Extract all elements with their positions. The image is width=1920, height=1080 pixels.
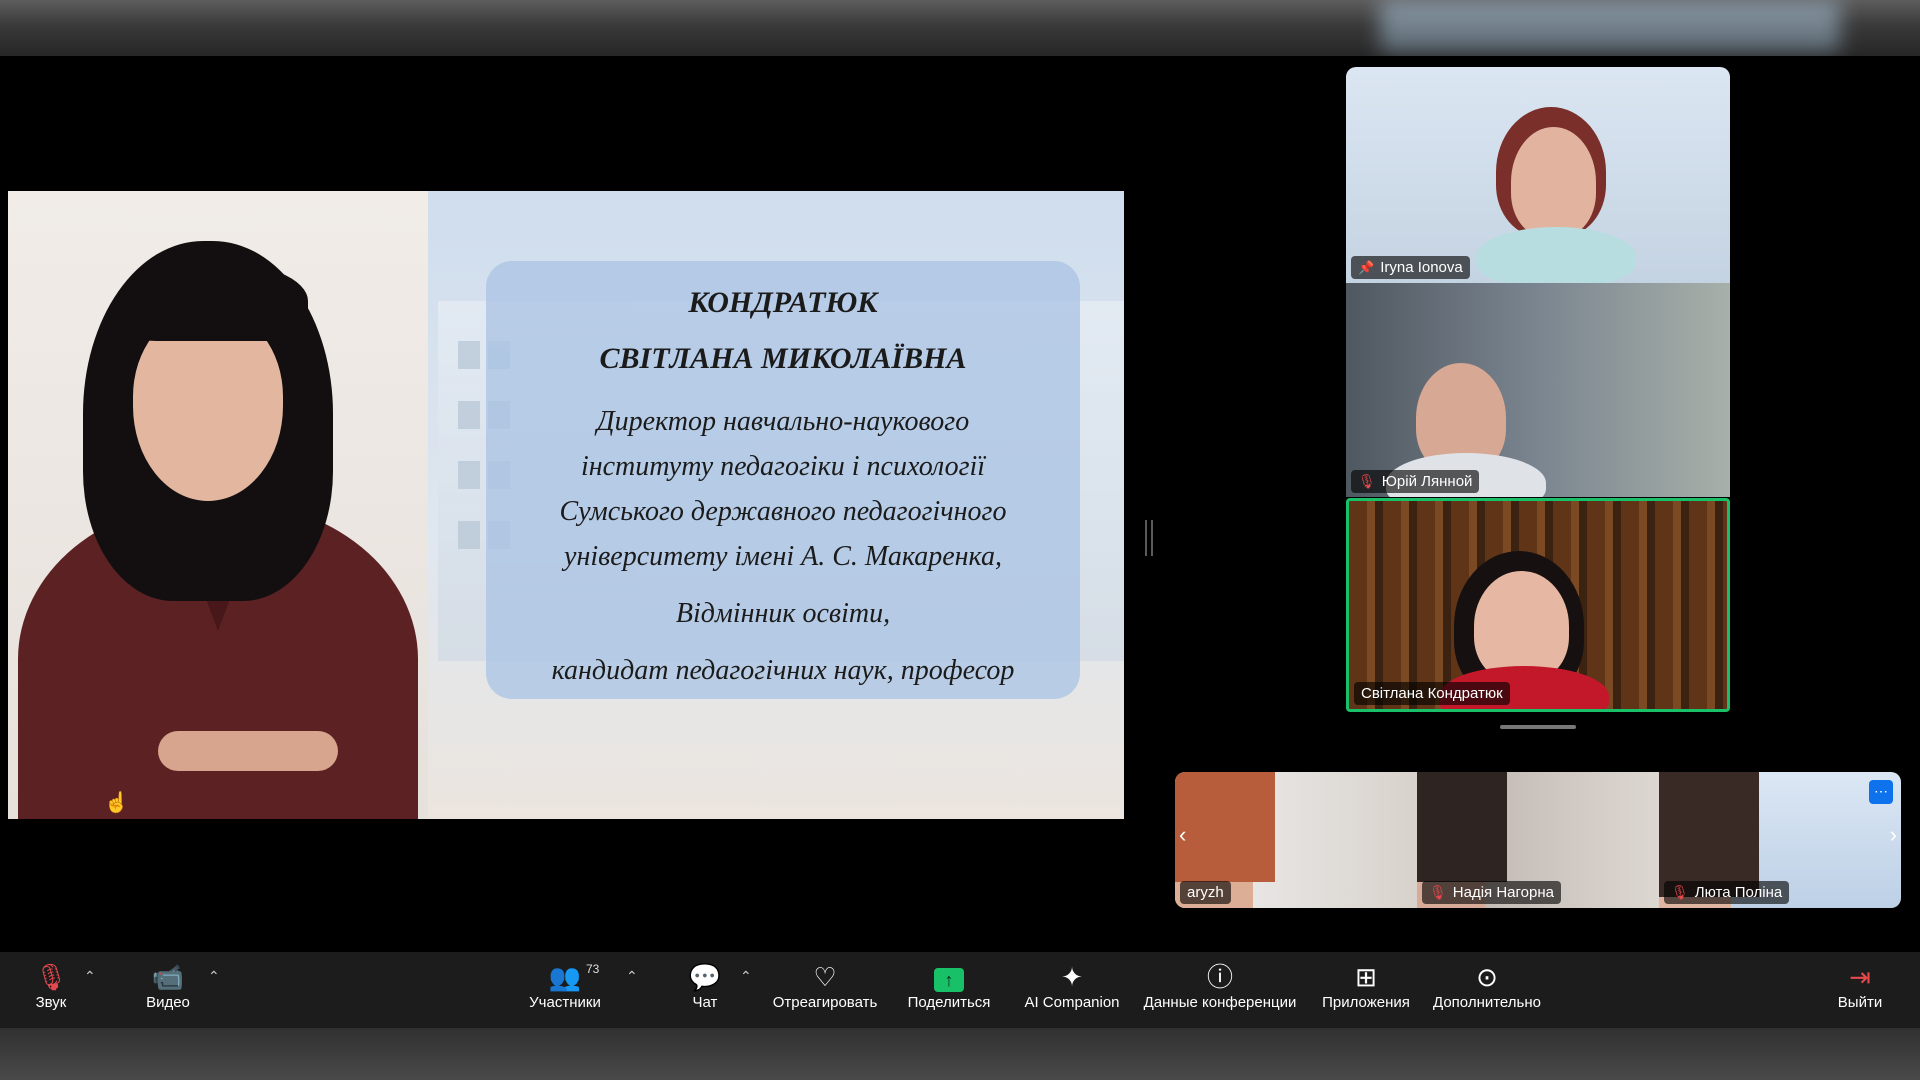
- window-shape: [458, 341, 480, 369]
- window-shape: [458, 461, 480, 489]
- chat-label: Чат: [692, 994, 718, 1011]
- share-screen-icon: ↑: [906, 960, 992, 994]
- slide-line-4: університету імені А. С. Макаренка,: [564, 541, 1002, 572]
- react-button[interactable]: ♡ Отреагировать: [770, 960, 880, 1011]
- participants-count: 73: [586, 962, 600, 976]
- meeting-info-button[interactable]: ⓘ Данные конференции: [1138, 960, 1302, 1011]
- ai-companion-button[interactable]: ✦ AI Companion: [1020, 960, 1124, 1011]
- slide-line-6: кандидат педагогічних наук, професор: [551, 655, 1015, 686]
- mic-muted-icon: 🎙: [1358, 473, 1376, 489]
- video-tile-svitlana-kondratiuk[interactable]: Світлана Кондратюк: [1346, 498, 1730, 712]
- top-glow: [1380, 0, 1840, 52]
- mic-muted-icon: 🎙: [1671, 884, 1689, 900]
- participant-hair: [1175, 772, 1275, 882]
- slide-given-names: СВІТЛАНА МИКОЛАЇВНА: [599, 342, 967, 375]
- video-label: Видео: [146, 994, 190, 1011]
- portrait-bangs: [118, 261, 308, 341]
- react-label: Отреагировать: [772, 994, 878, 1011]
- meeting-toolbar: 🎙 Звук ⌃ 📹 Видео ⌃ 👥 73 Участники ⌃ 💬 Ча…: [0, 952, 1920, 1028]
- slide-line-3: Сумського державного педагогічного: [559, 496, 1007, 527]
- gallery-scroll-indicator[interactable]: [1500, 725, 1576, 729]
- slide-line-1: Директор навчально-наукового: [596, 406, 970, 437]
- chat-icon: 💬: [688, 962, 722, 992]
- participants-button[interactable]: 👥 73 Участники: [520, 960, 610, 1011]
- portrait-hands: [158, 731, 338, 771]
- more-options-icon[interactable]: ⋯: [1869, 780, 1893, 804]
- slide-line-5: Відмінник освіти,: [675, 598, 891, 629]
- participant-strip: aryzh 🎙 Надія Нагорна ⋯ 🎙 Люта Поліна ‹ …: [1175, 772, 1901, 908]
- slide-line-2: інституту педагогіки і психології: [580, 451, 986, 482]
- slide-surname: КОНДРАТЮК: [688, 286, 878, 319]
- participant-face: [1511, 127, 1596, 237]
- leave-button[interactable]: ⇥ Выйти: [1834, 960, 1886, 1011]
- apps-label: Приложения: [1322, 994, 1410, 1011]
- meeting-info-label: Данные конференции: [1143, 994, 1297, 1011]
- participants-label: Участники: [529, 994, 601, 1011]
- audio-options-caret[interactable]: ⌃: [84, 968, 96, 985]
- participant-name-tag: 🎙 Юрій Лянной: [1351, 470, 1480, 493]
- video-tile-yurii-lyannoi[interactable]: 🎙 Юрій Лянной: [1346, 283, 1730, 497]
- more-button[interactable]: ⊙ Дополнительно: [1430, 960, 1544, 1011]
- leave-label: Выйти: [1837, 994, 1883, 1011]
- mouse-cursor-icon: ☝: [104, 792, 129, 814]
- info-icon: ⓘ: [1206, 962, 1233, 992]
- participant-name-tag: 📌 Iryna Ionova: [1351, 256, 1470, 279]
- share-label: Поделиться: [907, 994, 991, 1011]
- strip-prev-arrow-icon[interactable]: ‹: [1179, 822, 1186, 848]
- audio-button[interactable]: 🎙 Звук: [26, 960, 76, 1011]
- participant-name-tag: aryzh: [1180, 881, 1231, 904]
- slide-portrait-photo: [8, 191, 428, 819]
- audio-label: Звук: [35, 994, 67, 1011]
- video-tile-iryna-ionova[interactable]: 📌 Iryna Ionova: [1346, 67, 1730, 283]
- participant-name-tag: Світлана Кондратюк: [1354, 682, 1510, 705]
- participant-name: Надія Нагорна: [1452, 884, 1554, 901]
- ai-companion-label: AI Companion: [1024, 994, 1120, 1011]
- video-tile-aryzh[interactable]: aryzh: [1175, 772, 1417, 908]
- video-tile-nadiia-nahorna[interactable]: 🎙 Надія Нагорна: [1417, 772, 1659, 908]
- mic-muted-icon: 🎙: [34, 962, 68, 992]
- participant-name-tag: 🎙 Люта Поліна: [1664, 881, 1790, 904]
- chat-options-caret[interactable]: ⌃: [740, 968, 752, 985]
- participant-name: Юрій Лянной: [1381, 473, 1473, 490]
- participant-name: aryzh: [1187, 884, 1224, 901]
- window-bottom-blur: [0, 1028, 1920, 1080]
- chat-button[interactable]: 💬 Чат: [682, 960, 728, 1011]
- shared-slide: КОНДРАТЮК СВІТЛАНА МИКОЛАЇВНА Директор н…: [8, 191, 1124, 819]
- leave-icon: ⇥: [1849, 962, 1871, 992]
- slide-text: КОНДРАТЮК СВІТЛАНА МИКОЛАЇВНА Директор н…: [486, 261, 1080, 693]
- participant-hair: [1417, 772, 1507, 882]
- ai-sparkle-icon: ✦: [1061, 962, 1083, 992]
- mic-muted-icon: 🎙: [1429, 884, 1447, 900]
- pane-resize-handle[interactable]: [1145, 520, 1153, 556]
- apps-button[interactable]: ⊞ Приложения: [1318, 960, 1414, 1011]
- screen-share-pane: КОНДРАТЮК СВІТЛАНА МИКОЛАЇВНА Директор н…: [8, 60, 1124, 952]
- video-icon: 📹: [151, 962, 185, 992]
- participants-options-caret[interactable]: ⌃: [626, 968, 638, 985]
- heart-icon: ♡: [813, 962, 837, 992]
- window-shape: [458, 401, 480, 429]
- participant-name: Люта Поліна: [1694, 884, 1783, 901]
- share-button[interactable]: ↑ Поделиться: [906, 960, 992, 1011]
- window-shape: [458, 521, 480, 549]
- video-options-caret[interactable]: ⌃: [208, 968, 220, 985]
- participant-name-tag: 🎙 Надія Нагорна: [1422, 881, 1561, 904]
- participant-hair: [1659, 772, 1759, 897]
- participant-name: Iryna Ionova: [1380, 259, 1463, 276]
- apps-icon: ⊞: [1355, 962, 1377, 992]
- more-icon: ⊙: [1476, 962, 1498, 992]
- strip-next-arrow-icon[interactable]: ›: [1890, 822, 1897, 848]
- participant-face: [1474, 571, 1569, 681]
- participant-name: Світлана Кондратюк: [1361, 685, 1503, 702]
- more-label: Дополнительно: [1433, 994, 1541, 1011]
- video-tile-liuta-polina[interactable]: ⋯ 🎙 Люта Поліна: [1659, 772, 1901, 908]
- pin-icon: 📌: [1358, 259, 1375, 275]
- video-button[interactable]: 📹 Видео: [138, 960, 198, 1011]
- window-top-blur: [0, 0, 1920, 56]
- participant-clothes: [1476, 227, 1636, 283]
